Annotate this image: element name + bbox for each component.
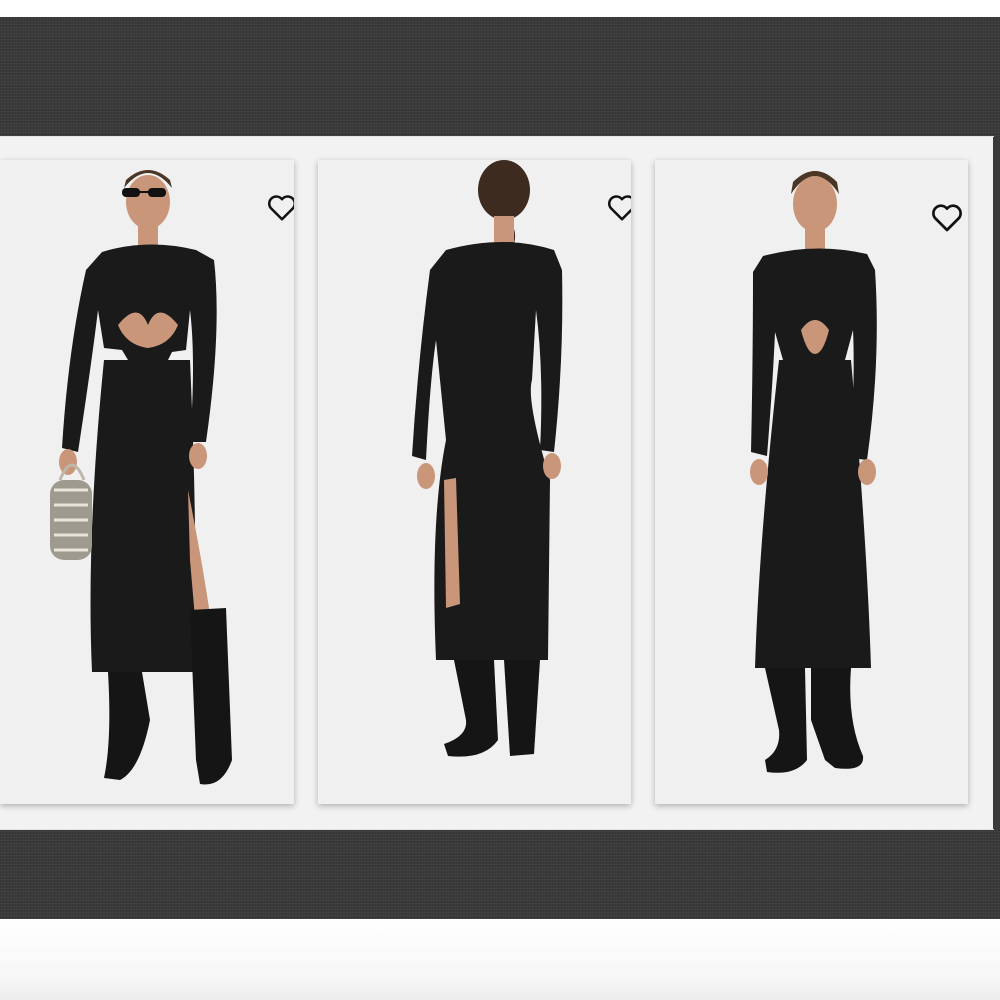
favorite-heart-icon[interactable] — [604, 190, 631, 226]
product-card-3[interactable] — [655, 160, 968, 804]
product-image-front[interactable] — [655, 160, 968, 804]
product-card-2[interactable] — [318, 160, 631, 804]
bottom-margin — [0, 919, 1000, 1000]
top-margin — [0, 0, 1000, 17]
product-image-back[interactable] — [318, 160, 631, 804]
carousel-edge — [993, 137, 1000, 829]
favorite-heart-icon[interactable] — [264, 190, 294, 226]
favorite-heart-icon[interactable] — [929, 200, 965, 236]
product-card-1[interactable] — [0, 160, 294, 804]
product-image-front-with-bag[interactable] — [0, 160, 294, 804]
